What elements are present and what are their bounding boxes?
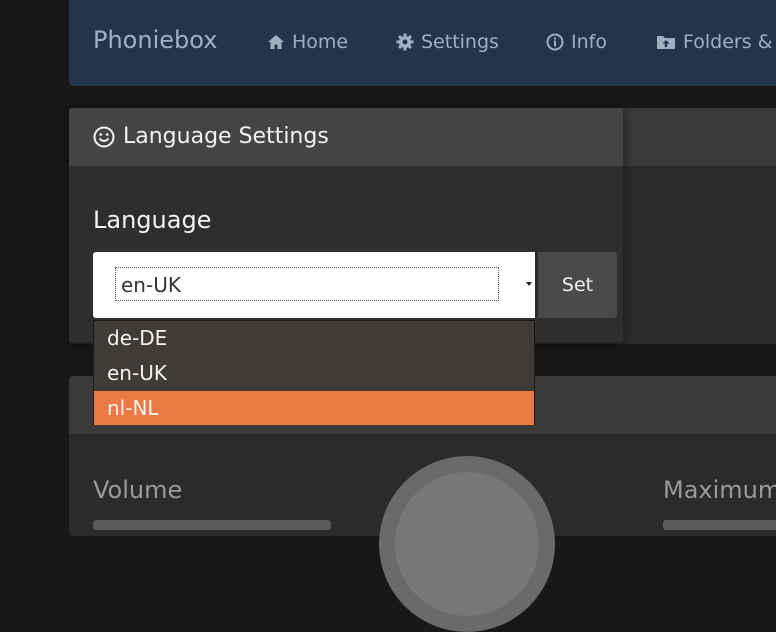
- language-option-de-DE[interactable]: de-DE: [94, 321, 534, 355]
- language-field-label: Language: [93, 206, 212, 234]
- brand-logo-text[interactable]: Phoniebox: [93, 26, 217, 54]
- language-settings-card: Language Settings Language en-UK Set: [69, 108, 623, 342]
- language-option-en-UK[interactable]: en-UK: [94, 356, 534, 390]
- chevron-down-icon: [526, 282, 532, 286]
- nav-folders[interactable]: Folders &: [656, 31, 772, 53]
- folder-upload-icon: [657, 36, 675, 49]
- home-icon: [268, 35, 284, 49]
- volume-knob[interactable]: [379, 456, 555, 632]
- nav-settings-label: Settings: [421, 31, 499, 53]
- nav-settings[interactable]: Settings: [396, 31, 499, 53]
- nav-home[interactable]: Home: [267, 31, 348, 53]
- smiley-icon: [93, 126, 115, 147]
- volume-slider[interactable]: [93, 520, 331, 530]
- language-select[interactable]: en-UK: [93, 252, 535, 318]
- language-option-nl-NL[interactable]: nl-NL: [94, 391, 534, 425]
- nav-folders-label: Folders &: [683, 31, 773, 53]
- set-language-button[interactable]: Set: [535, 252, 617, 318]
- gear-icon: [396, 33, 414, 51]
- language-settings-title: Language Settings: [93, 124, 329, 149]
- language-dropdown-list: de-DE en-UK nl-NL: [93, 320, 535, 425]
- maximum-volume-label: Maximum: [663, 476, 776, 504]
- top-navbar: Phoniebox Home Settings Info Folders &: [69, 0, 776, 86]
- language-settings-header: Language Settings: [69, 108, 623, 166]
- info-icon: [546, 33, 564, 51]
- language-settings-title-text: Language Settings: [123, 124, 329, 149]
- nav-info[interactable]: Info: [546, 31, 607, 53]
- language-select-value: en-UK: [115, 267, 499, 301]
- maximum-volume-slider[interactable]: [663, 520, 776, 530]
- nav-home-label: Home: [292, 31, 349, 53]
- volume-label: Volume: [93, 476, 183, 504]
- nav-info-label: Info: [571, 31, 607, 53]
